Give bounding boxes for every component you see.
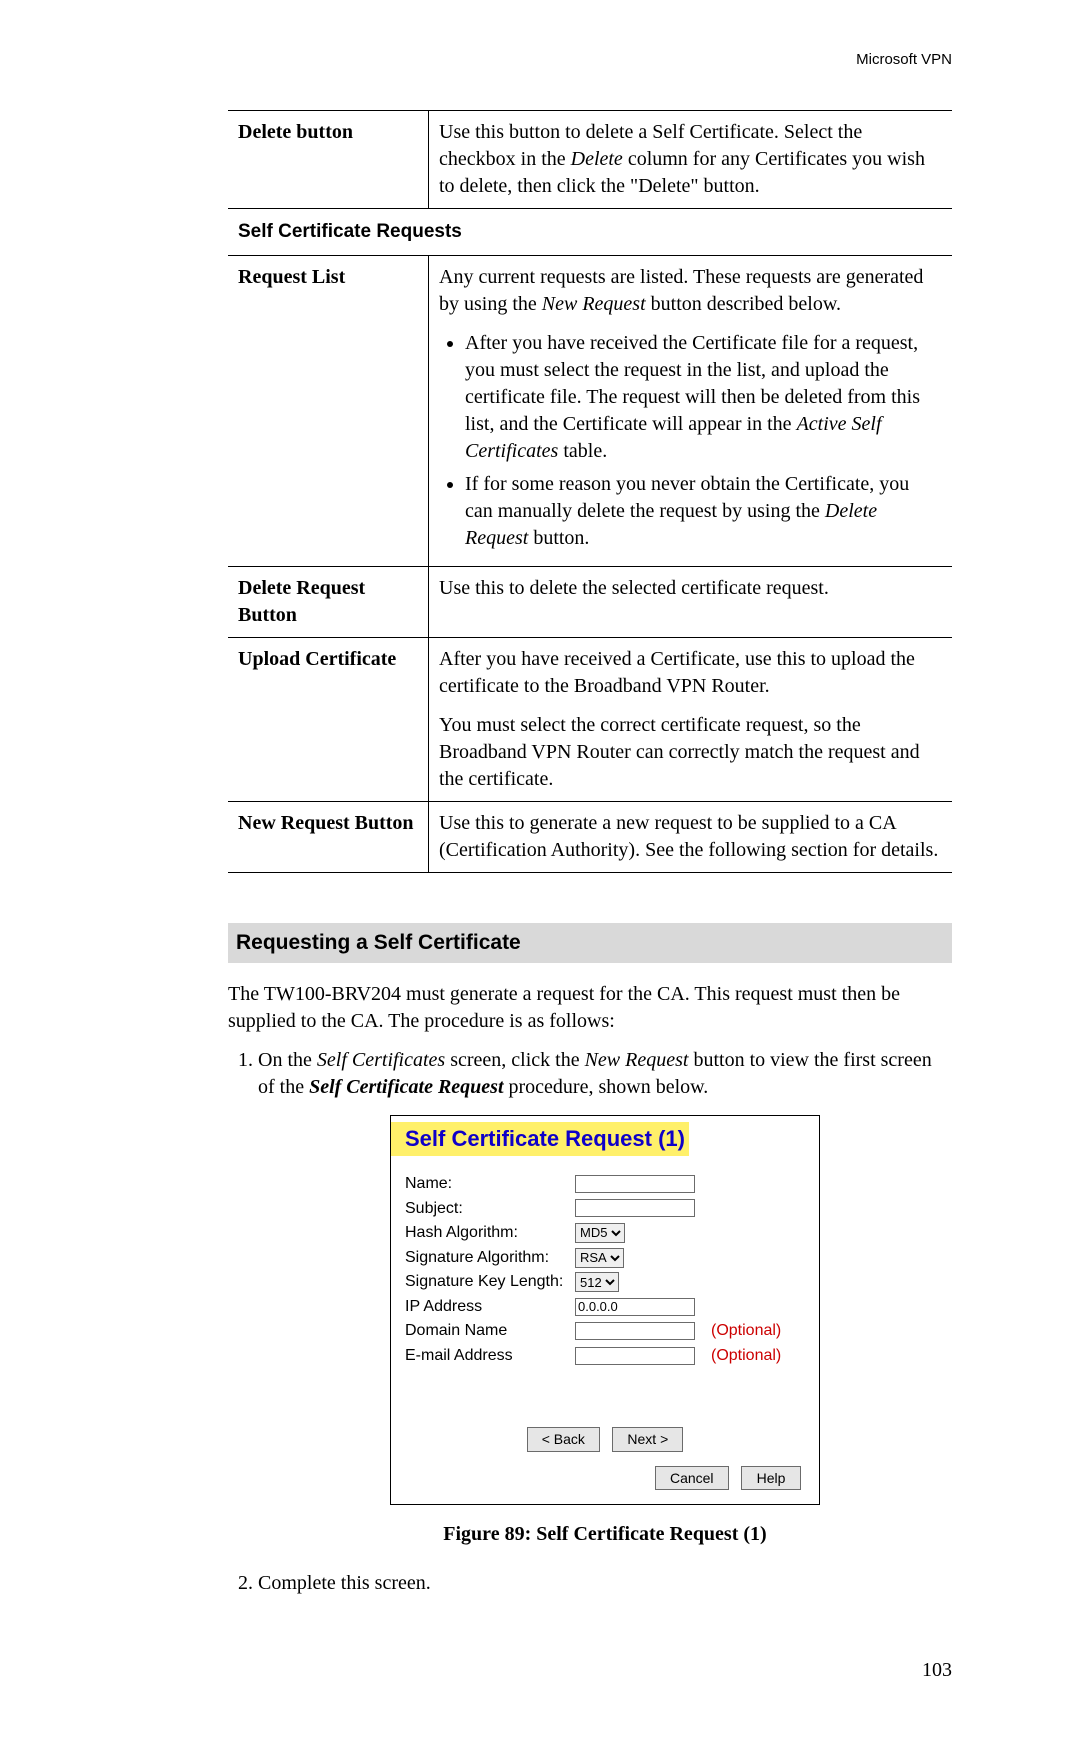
definitions-table: Delete button Use this button to delete … xyxy=(228,110,952,873)
select-signature-algorithm[interactable]: RSA xyxy=(575,1248,624,1268)
self-cert-request-dialog: Self Certificate Request (1) Name: Subje… xyxy=(390,1115,820,1505)
page-header-right: Microsoft VPN xyxy=(228,50,952,70)
row-desc-request-list: Any current requests are listed. These r… xyxy=(429,255,953,566)
section-intro: The TW100-BRV204 must generate a request… xyxy=(228,981,952,1035)
step-2: Complete this screen. xyxy=(258,1570,952,1597)
row-label-new-request-button: New Request Button xyxy=(228,801,429,872)
select-hash-algorithm[interactable]: MD5 xyxy=(575,1223,625,1243)
row-desc-upload-certificate: After you have received a Certificate, u… xyxy=(429,637,953,801)
note-optional-domain: (Optional) xyxy=(711,1320,781,1342)
label-signature-key-length: Signature Key Length: xyxy=(405,1271,575,1293)
section-heading-requesting-self-cert: Requesting a Self Certificate xyxy=(228,923,952,963)
row-desc-new-request-button: Use this to generate a new request to be… xyxy=(429,801,953,872)
label-subject: Subject: xyxy=(405,1198,575,1220)
back-button[interactable]: < Back xyxy=(527,1427,600,1452)
label-signature-algorithm: Signature Algorithm: xyxy=(405,1247,575,1269)
row-label-delete-request-button: Delete Request Button xyxy=(228,566,429,637)
label-name: Name: xyxy=(405,1173,575,1195)
step-1: On the Self Certificates screen, click t… xyxy=(258,1047,952,1548)
row-desc-delete-button: Use this button to delete a Self Certifi… xyxy=(429,111,953,209)
page-number: 103 xyxy=(228,1657,952,1684)
label-hash-algorithm: Hash Algorithm: xyxy=(405,1222,575,1244)
cancel-button[interactable]: Cancel xyxy=(655,1466,729,1491)
label-email-address: E-mail Address xyxy=(405,1345,575,1367)
input-subject[interactable] xyxy=(575,1199,695,1217)
row-desc-delete-request-button: Use this to delete the selected certific… xyxy=(429,566,953,637)
input-name[interactable] xyxy=(575,1175,695,1193)
label-ip-address: IP Address xyxy=(405,1296,575,1318)
input-domain-name[interactable] xyxy=(575,1322,695,1340)
next-button[interactable]: Next > xyxy=(612,1427,683,1452)
label-domain-name: Domain Name xyxy=(405,1320,575,1342)
help-button[interactable]: Help xyxy=(741,1466,801,1491)
row-label-upload-certificate: Upload Certificate xyxy=(228,637,429,801)
figure-caption: Figure 89: Self Certificate Request (1) xyxy=(258,1521,952,1548)
select-signature-key-length[interactable]: 512 xyxy=(575,1272,619,1292)
row-label-delete-button: Delete button xyxy=(228,111,429,209)
input-email-address[interactable] xyxy=(575,1347,695,1365)
dialog-title: Self Certificate Request (1) xyxy=(391,1122,689,1156)
row-label-request-list: Request List xyxy=(228,255,429,566)
note-optional-email: (Optional) xyxy=(711,1345,781,1367)
section-head-self-cert-requests: Self Certificate Requests xyxy=(228,209,952,256)
input-ip-address[interactable] xyxy=(575,1298,695,1316)
